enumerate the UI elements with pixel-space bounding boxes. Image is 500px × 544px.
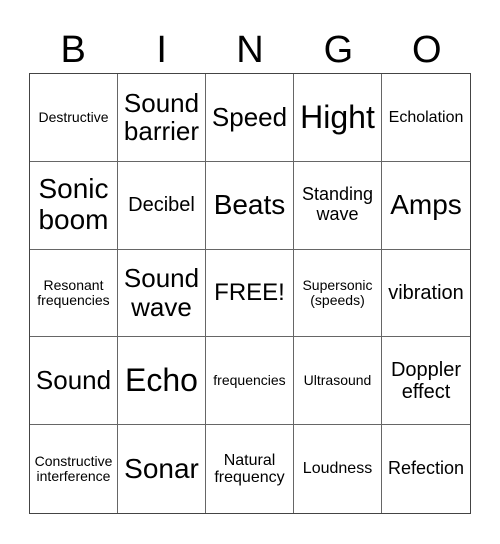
bingo-cell[interactable]: Loudness <box>294 425 382 513</box>
bingo-cell[interactable]: Amps <box>382 162 470 250</box>
bingo-cell[interactable]: Hight <box>294 74 382 162</box>
header-letter-o: O <box>412 29 442 71</box>
bingo-cell[interactable]: Refection <box>382 425 470 513</box>
bingo-cell[interactable]: Destructive <box>30 74 118 162</box>
bingo-cell[interactable]: Ultrasound <box>294 337 382 426</box>
bingo-cell[interactable]: Sonic boom <box>30 161 118 250</box>
header-letter-i: I <box>156 29 167 71</box>
bingo-cell[interactable]: Speed <box>206 74 294 162</box>
bingo-cell[interactable]: Sound wave <box>118 249 206 338</box>
bingo-cell[interactable]: Sonar <box>118 425 206 513</box>
bingo-cell[interactable]: Decibel <box>118 161 206 250</box>
bingo-cell[interactable]: Constructive interference <box>30 425 118 513</box>
header-letter-b: B <box>60 29 86 71</box>
bingo-cell[interactable]: Echolation <box>382 74 470 162</box>
bingo-cell[interactable]: Echo <box>118 337 206 426</box>
bingo-cell[interactable]: Sound <box>30 337 118 426</box>
bingo-cell[interactable]: frequencies <box>206 337 294 426</box>
bingo-cell[interactable]: Doppler effect <box>382 337 470 426</box>
header-letter-g: G <box>323 29 354 71</box>
bingo-cell[interactable]: Resonant frequencies <box>30 249 118 338</box>
bingo-cell[interactable]: Beats <box>206 161 294 250</box>
bingo-header: B I N G O <box>29 30 471 70</box>
bingo-cell[interactable]: Supersonic (speeds) <box>294 249 382 338</box>
bingo-cell[interactable]: Natural frequency <box>206 425 294 513</box>
bingo-cell[interactable]: Standing wave <box>294 161 382 250</box>
free-cell[interactable]: FREE! <box>206 249 294 338</box>
bingo-grid: Destructive Sound barrier Speed Hight Ec… <box>29 73 471 514</box>
header-letter-n: N <box>236 29 264 71</box>
bingo-cell[interactable]: Sound barrier <box>118 74 206 162</box>
bingo-cell[interactable]: vibration <box>382 250 470 338</box>
